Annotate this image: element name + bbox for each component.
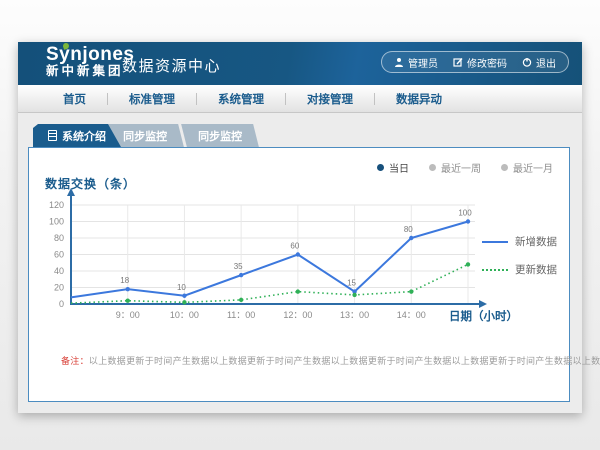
legend-series-1[interactable]: 更新数据 (482, 262, 557, 277)
footnote-text: 以上数据更新于时间产生数据以上数据更新于时间产生数据以上数据更新于时间产生数据以… (89, 356, 600, 366)
tab-0[interactable]: 系统介绍 (33, 124, 121, 147)
svg-text:12：00: 12：00 (283, 310, 312, 320)
svg-text:20: 20 (54, 283, 64, 293)
svg-text:35: 35 (234, 262, 243, 271)
svg-text:15: 15 (347, 279, 356, 288)
svg-text:40: 40 (54, 266, 64, 276)
svg-text:80: 80 (54, 233, 64, 243)
logout-icon (522, 57, 532, 67)
svg-text:100: 100 (458, 209, 472, 218)
screen: Synjones 新中新集团 数据资源中心 管理员修改密码退出 首页标准管理系统… (0, 0, 600, 450)
tab-2[interactable]: 同步监控 (181, 124, 259, 147)
svg-text:11：00: 11：00 (227, 310, 255, 320)
user-menu-edit[interactable]: 修改密码 (453, 55, 507, 70)
svg-text:18: 18 (120, 276, 129, 285)
svg-text:60: 60 (54, 250, 64, 260)
svg-text:13：00: 13：00 (340, 310, 369, 320)
user-menu: 管理员修改密码退出 (381, 51, 569, 73)
document-icon (48, 130, 57, 141)
edit-icon (453, 57, 463, 67)
page-title: 数据资源中心 (122, 55, 221, 76)
app-header: Synjones 新中新集团 数据资源中心 管理员修改密码退出 (18, 42, 582, 85)
svg-text:10: 10 (177, 283, 186, 292)
x-axis-title: 日期（小时） (449, 308, 518, 324)
nav-item-1[interactable]: 标准管理 (108, 91, 196, 107)
svg-text:80: 80 (404, 225, 413, 234)
app-window: Synjones 新中新集团 数据资源中心 管理员修改密码退出 首页标准管理系统… (18, 42, 582, 413)
legend-series-0[interactable]: 新增数据 (482, 234, 557, 249)
legend-line-icon (482, 269, 508, 271)
user-menu-user[interactable]: 管理员 (394, 55, 438, 70)
svg-text:100: 100 (49, 217, 64, 227)
user-menu-logout[interactable]: 退出 (522, 55, 556, 70)
nav-item-3[interactable]: 对接管理 (286, 91, 374, 107)
nav-item-2[interactable]: 系统管理 (197, 91, 285, 107)
svg-text:14：00: 14：00 (397, 310, 426, 320)
nav-item-4[interactable]: 数据异动 (375, 91, 463, 107)
svg-text:9：00: 9：00 (116, 310, 140, 320)
svg-text:120: 120 (49, 200, 64, 210)
main-nav: 首页标准管理系统管理对接管理数据异动 (18, 85, 582, 113)
tab-bar: 系统介绍同步监控同步监控 (33, 124, 256, 147)
svg-text:10：00: 10：00 (170, 310, 199, 320)
nav-item-0[interactable]: 首页 (42, 91, 107, 107)
footnote: 备注：以上数据更新于时间产生数据以上数据更新于时间产生数据以上数据更新于时间产生… (61, 354, 600, 367)
content-panel: 当日最近一周最近一月 数据交换（条） 0204060801001209：0010… (28, 147, 570, 402)
footnote-prefix: 备注： (61, 356, 89, 366)
legend-line-icon (482, 241, 508, 243)
series-legend: 新增数据更新数据 (482, 234, 557, 277)
svg-text:60: 60 (290, 242, 299, 251)
svg-text:0: 0 (59, 299, 64, 309)
user-icon (394, 57, 404, 67)
